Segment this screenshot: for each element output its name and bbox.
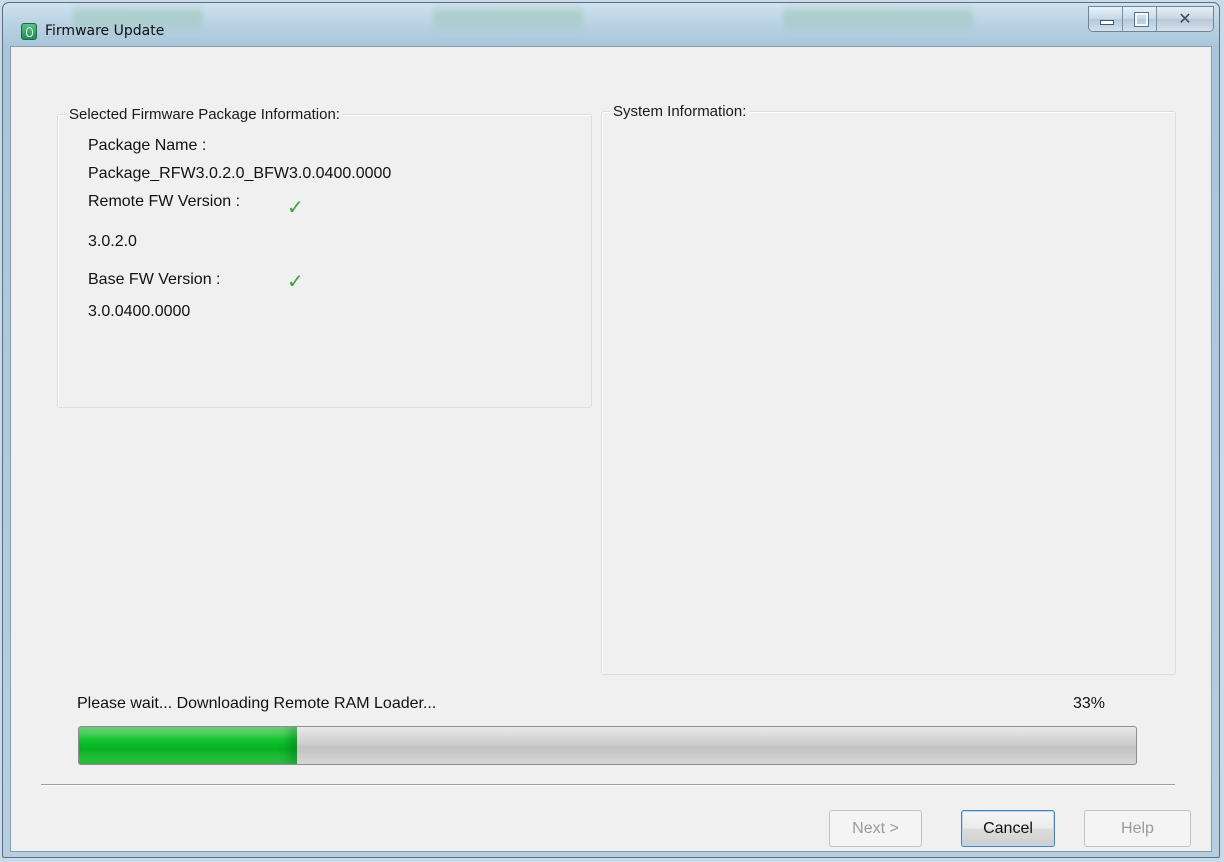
cancel-button[interactable]: Cancel bbox=[961, 810, 1055, 847]
button-separator bbox=[41, 784, 1175, 786]
firmware-update-window: Firmware Update ✕ Selected Firmware Pack… bbox=[2, 2, 1220, 858]
help-button[interactable]: Help bbox=[1084, 810, 1191, 847]
checkmark-icon: ✓ bbox=[287, 269, 304, 293]
progress-status-text: Please wait... Downloading Remote RAM Lo… bbox=[77, 695, 437, 712]
base-fw-value: 3.0.0400.0000 bbox=[88, 303, 191, 320]
package-name-value: Package_RFW3.0.2.0_BFW3.0.0400.0000 bbox=[88, 165, 392, 182]
package-info-legend: Selected Firmware Package Information: bbox=[66, 106, 343, 123]
window-title: Firmware Update bbox=[45, 23, 165, 39]
system-info-legend: System Information: bbox=[610, 103, 750, 120]
checkmark-icon: ✓ bbox=[287, 195, 304, 219]
dialog-client-area: Selected Firmware Package Information: P… bbox=[10, 46, 1212, 852]
progress-percent: 33% bbox=[1073, 695, 1106, 712]
package-info-group: Selected Firmware Package Information: bbox=[57, 106, 592, 408]
remote-fw-label: Remote FW Version : bbox=[88, 193, 241, 210]
background-ghost bbox=[783, 3, 973, 35]
minimize-button[interactable] bbox=[1089, 7, 1123, 31]
title-bar[interactable]: Firmware Update ✕ bbox=[3, 3, 1219, 45]
progress-bar bbox=[78, 726, 1137, 765]
maximize-button[interactable] bbox=[1123, 7, 1157, 31]
base-fw-label: Base FW Version : bbox=[88, 271, 221, 288]
caption-buttons: ✕ bbox=[1088, 6, 1214, 32]
minimize-icon bbox=[1100, 20, 1114, 25]
close-icon: ✕ bbox=[1178, 9, 1192, 28]
system-info-group: System Information: bbox=[601, 103, 1176, 675]
background-ghost bbox=[433, 3, 583, 35]
remote-fw-value: 3.0.2.0 bbox=[88, 233, 137, 250]
close-button[interactable]: ✕ bbox=[1157, 7, 1213, 31]
progress-bar-fill bbox=[79, 727, 297, 764]
package-name-label: Package Name : bbox=[88, 137, 207, 154]
firmware-app-icon bbox=[21, 23, 37, 40]
maximize-icon bbox=[1134, 12, 1149, 27]
next-button[interactable]: Next > bbox=[829, 810, 922, 847]
